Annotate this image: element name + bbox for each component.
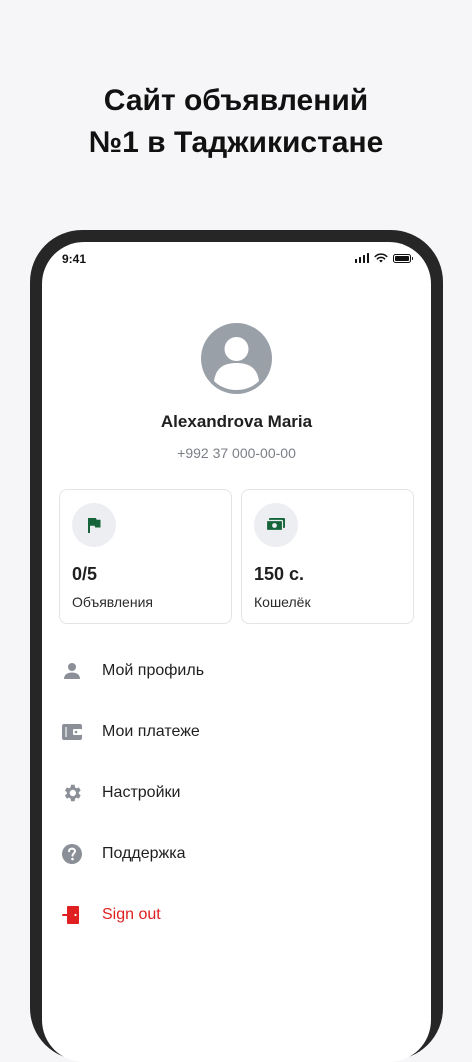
menu-label-settings: Настройки	[102, 784, 181, 801]
gear-icon	[60, 781, 84, 805]
menu-item-my-payments[interactable]: Мои платеже	[60, 710, 413, 754]
status-icons	[354, 253, 413, 263]
wifi-icon	[374, 253, 388, 263]
status-bar: 9:41	[42, 242, 431, 282]
flag-icon	[88, 518, 101, 533]
phone-frame: 9:41 Alexandrova Maria +992 37 000-00-00…	[30, 230, 443, 1062]
status-time: 9:41	[62, 252, 87, 266]
promo-line-2: №1 в Таджикистане	[88, 126, 384, 159]
battery-icon	[393, 253, 413, 263]
wallet-card-icon-wrap	[254, 503, 298, 547]
wallet-card[interactable]: 150 с. Кошелёк	[241, 489, 414, 624]
avatar-person-icon	[214, 337, 259, 390]
avatar[interactable]	[201, 323, 272, 394]
ads-label: Объявления	[72, 594, 153, 610]
wallet-label: Кошелёк	[254, 594, 311, 610]
ads-count: 0/5	[72, 564, 98, 584]
wallet-icon	[60, 720, 84, 744]
ads-card-icon-wrap	[72, 503, 116, 547]
user-name: Alexandrova Maria	[160, 412, 313, 431]
ads-card[interactable]: 0/5 Объявления	[59, 489, 232, 624]
menu-label-my-payments: Мои платеже	[102, 723, 200, 740]
money-icon	[265, 518, 285, 532]
menu-label-sign-out: Sign out	[102, 906, 161, 923]
help-icon	[60, 842, 84, 866]
promo-headline: Сайт объявлений №1 в Таджикистане	[0, 80, 472, 164]
menu-label-my-profile: Мой профиль	[102, 662, 205, 679]
menu-item-sign-out[interactable]: Sign out	[60, 893, 413, 937]
phone-screen: 9:41 Alexandrova Maria +992 37 000-00-00…	[42, 242, 431, 1062]
menu-item-support[interactable]: Поддержка	[60, 832, 413, 876]
menu-item-settings[interactable]: Настройки	[60, 771, 413, 815]
promo-line-1: Сайт объявлений	[103, 84, 369, 117]
menu-item-my-profile[interactable]: Мой профиль	[60, 649, 413, 693]
user-phone: +992 37 000-00-00	[177, 445, 296, 461]
person-icon	[60, 659, 84, 683]
menu-label-support: Поддержка	[102, 845, 186, 862]
signal-icon	[354, 253, 369, 263]
wallet-balance: 150 с.	[254, 564, 305, 584]
exit-door-icon	[60, 903, 84, 927]
